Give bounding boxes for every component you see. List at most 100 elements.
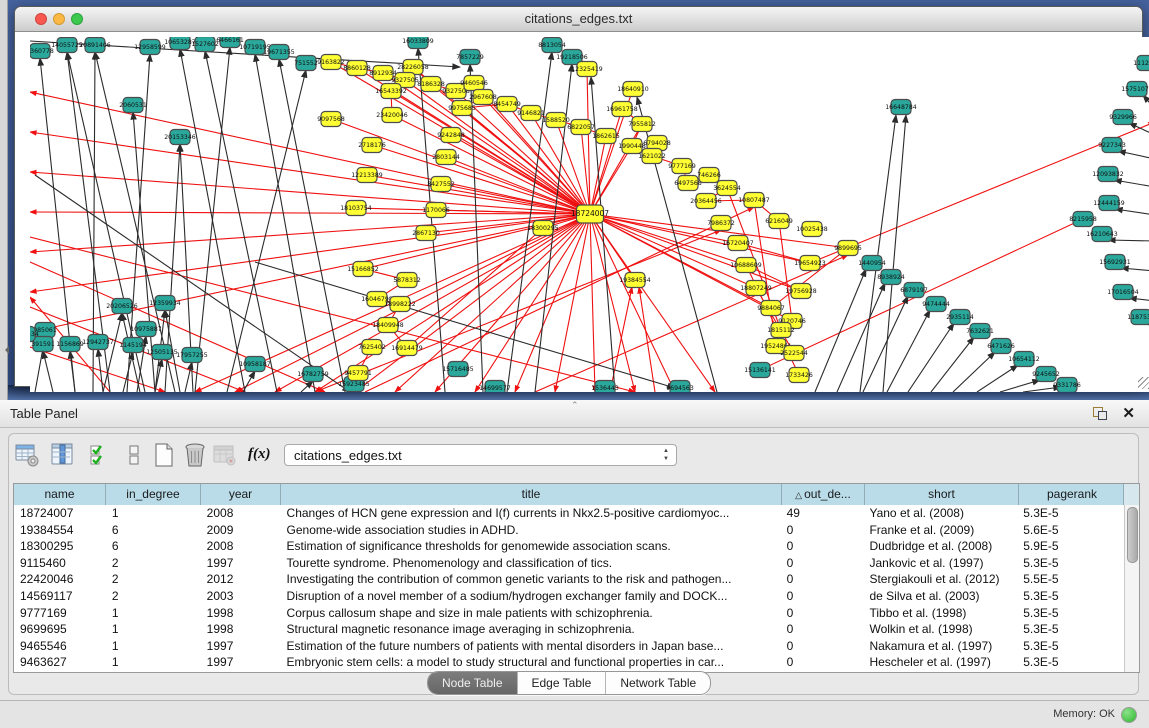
cell-name[interactable]: 9115460 — [14, 555, 106, 572]
cell-in_degree[interactable]: 2 — [106, 571, 201, 588]
table-row[interactable]: 946554611997Estimation of the future num… — [14, 638, 1124, 655]
cell-pagerank[interactable]: 5.3E-5 — [1017, 638, 1124, 655]
cell-out_degree[interactable]: 0 — [781, 571, 864, 588]
cell-short[interactable]: Stergiakouli et al. (2012) — [863, 571, 1017, 588]
graph-node[interactable]: 9163822 — [317, 55, 345, 70]
graph-node[interactable]: 18640910 — [617, 82, 649, 97]
network-canvas[interactable]: 9360778140557252089140612958599106532871… — [30, 37, 1149, 392]
control-panel-collapsed-strip[interactable] — [0, 0, 8, 400]
graph-node[interactable]: 10807487 — [738, 193, 770, 208]
graph-node[interactable]: 9329966 — [1109, 110, 1137, 125]
column-header-in_degree[interactable]: in_degree — [106, 484, 201, 505]
table-row[interactable]: 1830029562008Estimation of significance … — [14, 538, 1124, 555]
graph-node[interactable]: 17016504 — [1107, 285, 1139, 300]
table-row[interactable]: 1872400712008Changes of HCN gene express… — [14, 505, 1124, 522]
graph-node[interactable]: 7632621 — [966, 324, 994, 339]
cell-year[interactable]: 1998 — [201, 605, 281, 622]
graph-node[interactable]: 18724007 — [571, 205, 609, 223]
tab-edge-table[interactable]: Edge Table — [517, 672, 606, 694]
table-selector-dropdown[interactable]: citations_edges.txt ▲▼ — [284, 444, 677, 466]
cell-short[interactable]: Dudbridge et al. (2008) — [863, 538, 1017, 555]
graph-node[interactable]: 9146821 — [517, 106, 545, 121]
graph-node[interactable]: 9360778 — [30, 44, 54, 59]
column-header-year[interactable]: year — [201, 484, 281, 505]
table-settings-icon[interactable] — [14, 442, 40, 468]
cell-pagerank[interactable]: 5.3E-5 — [1017, 621, 1124, 638]
graph-node[interactable]: 746266 — [697, 168, 721, 183]
graph-node[interactable]: 10654112 — [1008, 352, 1040, 367]
cell-out_degree[interactable]: 0 — [781, 555, 864, 572]
graph-node[interactable]: 12359934 — [149, 296, 181, 311]
graph-node[interactable]: 2060531 — [119, 98, 147, 113]
graph-node[interactable]: 7955812 — [628, 117, 656, 132]
graph-node[interactable]: 2522544 — [780, 346, 808, 361]
column-header-out_degree[interactable]: △out_de... — [782, 484, 865, 505]
cell-title[interactable]: Tourette syndrome. Phenomenology and cla… — [281, 555, 781, 572]
graph-node[interactable]: 16782759 — [297, 367, 329, 382]
graph-node[interactable]: 1733426 — [785, 368, 813, 383]
graph-node[interactable]: 6822057 — [567, 120, 595, 135]
column-edit-icon[interactable] — [50, 442, 76, 468]
graph-node[interactable]: 1815112 — [767, 323, 795, 338]
graph-node[interactable]: 8186328 — [417, 77, 445, 92]
cell-title[interactable]: Estimation of significance thresholds fo… — [281, 538, 781, 555]
graph-node[interactable]: 1588520 — [542, 113, 570, 128]
graph-node[interactable]: 1170066 — [422, 203, 450, 218]
graph-node[interactable]: 16210643 — [1086, 227, 1118, 242]
graph-node[interactable]: 9694563 — [666, 381, 694, 393]
graph-node[interactable]: 1440954 — [858, 256, 886, 271]
cell-year[interactable]: 2008 — [201, 505, 281, 522]
graph-node[interactable]: 19654923 — [794, 256, 826, 271]
graph-node[interactable]: 15716485 — [442, 362, 474, 377]
cell-year[interactable]: 2012 — [201, 571, 281, 588]
column-header-name[interactable]: name — [14, 484, 106, 505]
cell-in_degree[interactable]: 1 — [106, 605, 201, 622]
cell-short[interactable]: Yano et al. (2008) — [863, 505, 1017, 522]
graph-node[interactable]: 8938924 — [877, 270, 905, 285]
cell-short[interactable]: Franke et al. (2009) — [863, 522, 1017, 539]
cell-in_degree[interactable]: 2 — [106, 555, 201, 572]
graph-node[interactable]: 9474444 — [922, 297, 950, 312]
cell-short[interactable]: Jankovic et al. (1997) — [863, 555, 1017, 572]
graph-node[interactable]: 1187533 — [1127, 310, 1149, 325]
panel-resize-handle[interactable]: ⌃ — [571, 400, 579, 411]
cell-short[interactable]: Wolkin et al. (1998) — [863, 621, 1017, 638]
graph-node[interactable]: 3624554 — [713, 181, 741, 196]
graph-node[interactable]: 10958187 — [239, 357, 271, 372]
panel-expand-arrow-icon[interactable] — [1, 346, 9, 354]
column-header-pagerank[interactable]: pagerank — [1019, 484, 1126, 505]
cell-pagerank[interactable]: 5.3E-5 — [1017, 588, 1124, 605]
network-view-window[interactable]: citations_edges.txt 93607781405572520891… — [14, 6, 1143, 387]
graph-node[interactable]: 9457791 — [344, 366, 372, 381]
clear-selection-icon[interactable] — [122, 442, 148, 468]
cell-year[interactable]: 2009 — [201, 522, 281, 539]
graph-node[interactable]: 9899695 — [834, 241, 862, 256]
cell-in_degree[interactable]: 6 — [106, 538, 201, 555]
cell-title[interactable]: Corpus callosum shape and size in male p… — [281, 605, 781, 622]
network-window-titlebar[interactable]: citations_edges.txt — [15, 7, 1142, 32]
graph-node[interactable]: 9242848 — [437, 128, 465, 143]
graph-node[interactable]: 12942737 — [82, 335, 114, 350]
select-all-rows-icon[interactable] — [88, 442, 114, 468]
cell-name[interactable]: 9463627 — [14, 654, 106, 671]
graph-node[interactable]: 6216049 — [765, 214, 793, 229]
graph-node[interactable]: 8860128 — [343, 61, 371, 76]
graph-node[interactable]: 16720407 — [722, 236, 754, 251]
table-panel-header[interactable]: Table Panel ⌃ ✕ — [0, 400, 1149, 428]
graph-node[interactable]: 8427552 — [427, 177, 455, 192]
graph-node[interactable]: 17957255 — [176, 348, 208, 363]
graph-node[interactable]: 751552 — [294, 56, 318, 71]
graph-node[interactable]: 14699577 — [479, 381, 511, 393]
graph-node[interactable]: 8215958 — [1069, 212, 1097, 227]
function-builder-icon[interactable]: f(x) — [248, 442, 274, 468]
graph-node[interactable]: 12444159 — [1093, 196, 1125, 211]
graph-node[interactable]: 6471626 — [987, 339, 1015, 354]
cell-title[interactable]: Embryonic stem cells: a model to study s… — [281, 654, 781, 671]
graph-node[interactable]: 20153346 — [164, 130, 196, 145]
graph-node[interactable]: 14055725 — [51, 38, 83, 53]
new-column-icon[interactable] — [151, 442, 177, 468]
graph-node[interactable]: 1536443 — [591, 381, 619, 393]
cell-year[interactable]: 1998 — [201, 621, 281, 638]
table-row[interactable]: 969969511998Structural magnetic resonanc… — [14, 621, 1124, 638]
graph-node[interactable]: 8813054 — [538, 38, 566, 53]
